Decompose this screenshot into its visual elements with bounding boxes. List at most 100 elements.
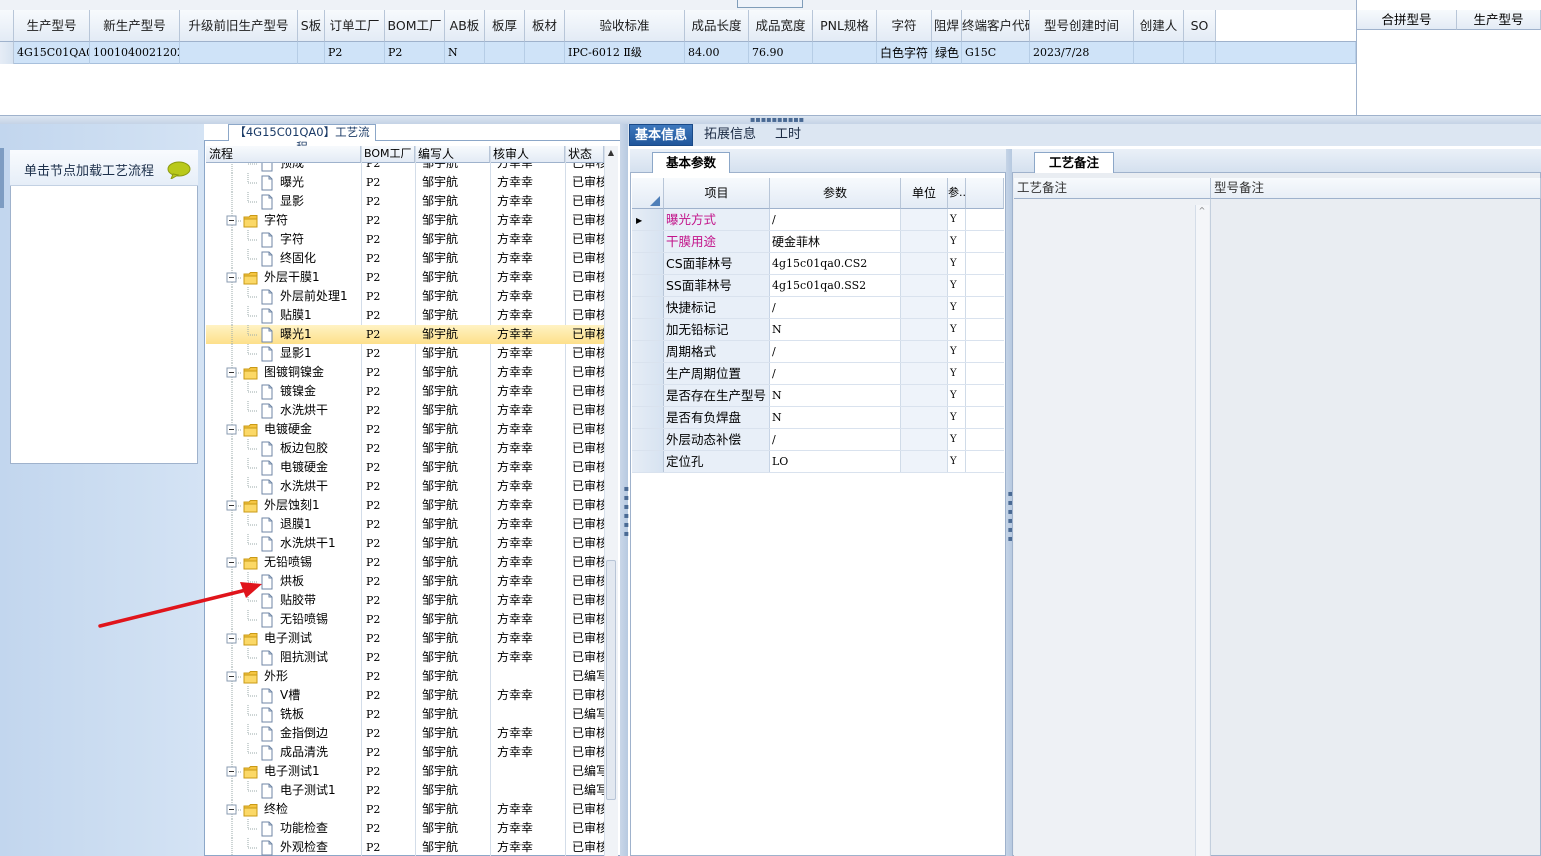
grid-cell[interactable] <box>1184 42 1216 64</box>
tree-step-node[interactable]: 显影1 P2 邹宇航 方幸幸 已审核 <box>206 344 604 363</box>
tab-basic-info[interactable]: 基本信息 <box>629 124 693 146</box>
tree-step-node[interactable]: 功能检查 P2 邹宇航 方幸幸 已审核 <box>206 819 604 838</box>
grid-cell[interactable]: 76.90 <box>749 42 813 64</box>
grid-cell[interactable]: IPC-6012 Ⅱ级 <box>565 42 685 64</box>
param-value-field[interactable]: LO <box>770 451 901 472</box>
param-unit-field[interactable] <box>901 429 948 450</box>
param-unit-field[interactable] <box>901 385 948 406</box>
remark-scrollbar[interactable] <box>1195 205 1209 856</box>
grid-header-cell[interactable]: 生产型号 <box>14 10 90 42</box>
scroll-up-arrow-icon[interactable]: ^ <box>1197 206 1207 216</box>
grid-header-cell[interactable]: 升级前旧生产型号 <box>180 10 298 42</box>
grid-header-cell[interactable]: 成品长度 <box>685 10 749 42</box>
param-flag[interactable]: Y <box>948 209 966 230</box>
param-row[interactable]: SS面菲林号 4g15c01qa0.SS2 Y <box>632 275 1004 297</box>
grid-cell[interactable]: 10010400212027 <box>90 42 180 64</box>
param-flag[interactable]: Y <box>948 253 966 274</box>
param-unit-field[interactable] <box>901 231 948 252</box>
grid-header-cell[interactable]: S板 <box>298 10 325 42</box>
grid-header-cell[interactable]: 新生产型号 <box>90 10 180 42</box>
tree-step-node[interactable]: 外观检查 P2 邹宇航 方幸幸 已审核 <box>206 838 604 856</box>
param-flag[interactable]: Y <box>948 319 966 340</box>
grid-cell[interactable] <box>180 42 298 64</box>
grid-cell[interactable]: N <box>445 42 485 64</box>
header-process-remark[interactable]: 工艺备注 <box>1014 178 1211 199</box>
tree-folder-node[interactable]: 外层蚀刻1 P2 邹宇航 方幸幸 已审核 <box>206 496 604 515</box>
param-flag[interactable]: Y <box>948 451 966 472</box>
header-model-remark[interactable]: 型号备注 <box>1211 178 1541 199</box>
tree-step-node[interactable]: 电镀硬金 P2 邹宇航 方幸幸 已审核 <box>206 458 604 477</box>
tree-step-node[interactable]: 水洗烘干 P2 邹宇航 方幸幸 已审核 <box>206 477 604 496</box>
grid-header-cell[interactable]: PNL规格 <box>813 10 877 42</box>
tree-step-node[interactable]: 字符 P2 邹宇航 方幸幸 已审核 <box>206 230 604 249</box>
horizontal-splitter[interactable]: ▪▪▪▪▪▪▪▪▪▪ <box>0 116 1541 124</box>
tree-step-node[interactable]: 退膜1 P2 邹宇航 方幸幸 已审核 <box>206 515 604 534</box>
param-flag[interactable]: Y <box>948 429 966 450</box>
grid-cell[interactable]: 绿色 <box>932 42 962 64</box>
param-value-field[interactable]: 4g15c01qa0.SS2 <box>770 275 901 296</box>
tree-folder-node[interactable]: 图镀铜镍金 P2 邹宇航 方幸幸 已审核 <box>206 363 604 382</box>
tree-folder-node[interactable]: 外层干膜1 P2 邹宇航 方幸幸 已审核 <box>206 268 604 287</box>
tree-header-writer[interactable]: 编写人 <box>415 146 490 163</box>
grid-cell[interactable] <box>1134 42 1184 64</box>
param-flag[interactable]: Y <box>948 275 966 296</box>
param-row[interactable]: 定位孔 LO Y <box>632 451 1004 473</box>
collapse-grip-button[interactable] <box>737 0 803 8</box>
tree-header-bom[interactable]: BOM工厂 <box>361 146 415 163</box>
param-flag[interactable]: Y <box>948 385 966 406</box>
param-value-field[interactable]: 4g15c01qa0.CS2 <box>770 253 901 274</box>
tree-step-node[interactable]: 铣板 P2 邹宇航 已编写 <box>206 705 604 724</box>
tree-step-node[interactable]: 终固化 P2 邹宇航 方幸幸 已审核 <box>206 249 604 268</box>
param-row[interactable]: 外层动态补偿 / Y <box>632 429 1004 451</box>
grid-header-cell[interactable]: BOM工厂 <box>385 10 445 42</box>
param-flag[interactable]: Y <box>948 363 966 384</box>
tree-step-node[interactable]: 贴膜1 P2 邹宇航 方幸幸 已审核 <box>206 306 604 325</box>
param-flag[interactable]: Y <box>948 297 966 318</box>
param-header-value[interactable]: 参数 <box>770 178 901 209</box>
param-row[interactable]: 干膜用途 硬金菲林 Y <box>632 231 1004 253</box>
param-value-field[interactable]: N <box>770 385 901 406</box>
tree-header-reviewer[interactable]: 核审人 <box>490 146 565 163</box>
param-row[interactable]: ▶ 曝光方式 / Y <box>632 209 1004 231</box>
tab-extended-info[interactable]: 拓展信息 <box>700 124 760 146</box>
tab-work-hours[interactable]: 工时 <box>768 124 808 146</box>
grid-header-cell[interactable]: 终端客户代码 <box>962 10 1030 42</box>
grid-cell[interactable]: 2023/7/28 <box>1030 42 1134 64</box>
grid-cell[interactable]: P2 <box>325 42 385 64</box>
param-unit-field[interactable] <box>901 407 948 428</box>
tree-folder-node[interactable]: 无铅喷锡 P2 邹宇航 方幸幸 已审核 <box>206 553 604 572</box>
param-value-field[interactable]: N <box>770 407 901 428</box>
grid-header-cell[interactable]: 创建人 <box>1134 10 1184 42</box>
tree-step-node[interactable]: 水洗烘干1 P2 邹宇航 方幸幸 已审核 <box>206 534 604 553</box>
param-row[interactable]: 生产周期位置 / Y <box>632 363 1004 385</box>
load-process-panel[interactable] <box>10 150 198 464</box>
grid-cell[interactable]: 84.00 <box>685 42 749 64</box>
grid-header-cell[interactable]: 板材 <box>525 10 565 42</box>
grid-header-cell[interactable]: 板厚 <box>485 10 525 42</box>
grid-cell[interactable]: P2 <box>385 42 445 64</box>
tree-folder-node[interactable]: 字符 P2 邹宇航 方幸幸 已审核 <box>206 211 604 230</box>
tree-header-process[interactable]: 流程 <box>206 146 361 163</box>
param-value-field[interactable]: / <box>770 209 901 230</box>
tree-step-node[interactable]: 水洗烘干 P2 邹宇航 方幸幸 已审核 <box>206 401 604 420</box>
tree-step-node[interactable]: 曝光1 P2 邹宇航 方幸幸 已审核 <box>206 325 604 344</box>
grid-header-cell[interactable]: 验收标准 <box>565 10 685 42</box>
param-flag[interactable]: Y <box>948 407 966 428</box>
param-flag[interactable]: Y <box>948 341 966 362</box>
tree-scrollbar-thumb[interactable] <box>606 560 616 800</box>
param-unit-field[interactable] <box>901 275 948 296</box>
param-value-field[interactable]: / <box>770 429 901 450</box>
tree-step-node[interactable]: 成品清洗 P2 邹宇航 方幸幸 已审核 <box>206 743 604 762</box>
tree-step-node[interactable]: 电子测试1 P2 邹宇航 已编写 <box>206 781 604 800</box>
param-header-unit[interactable]: 单位 <box>901 178 948 209</box>
grid-header-cell[interactable]: AB板 <box>445 10 485 42</box>
param-row[interactable]: 是否有负焊盘 N Y <box>632 407 1004 429</box>
param-row[interactable]: 快捷标记 / Y <box>632 297 1004 319</box>
grid-header-cell[interactable]: 字符 <box>877 10 932 42</box>
tree-step-node[interactable]: 金指倒边 P2 邹宇航 方幸幸 已审核 <box>206 724 604 743</box>
param-flag[interactable]: Y <box>948 231 966 252</box>
tree-step-node[interactable]: 外层前处理1 P2 邹宇航 方幸幸 已审核 <box>206 287 604 306</box>
param-unit-field[interactable] <box>901 363 948 384</box>
param-value-field[interactable]: N <box>770 319 901 340</box>
param-value-field[interactable]: 硬金菲林 <box>770 231 901 252</box>
